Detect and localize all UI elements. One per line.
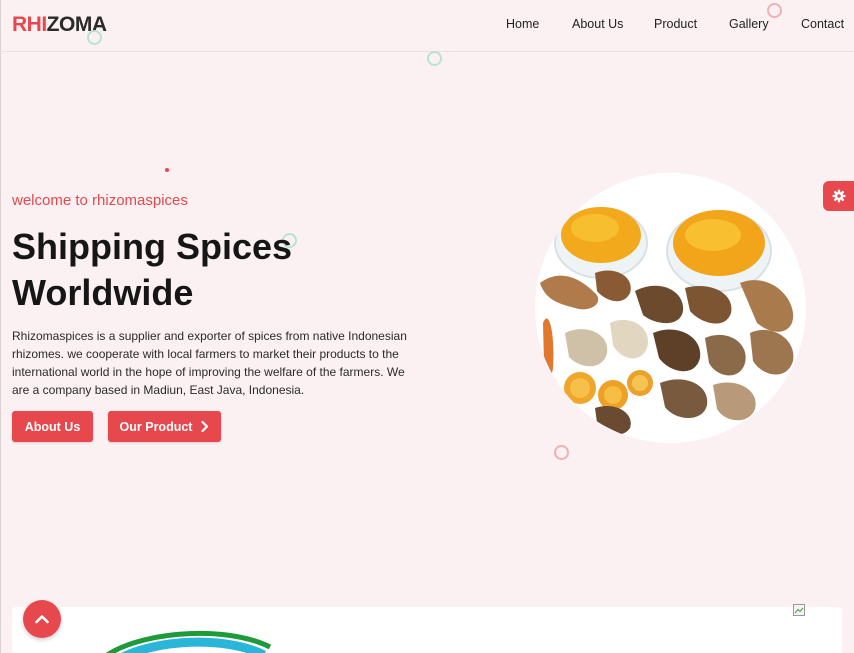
- about-us-button-label: About Us: [24, 419, 81, 434]
- nav-gallery[interactable]: Gallery: [729, 17, 769, 31]
- our-product-button-label: Our Product: [119, 419, 193, 434]
- settings-toggle-button[interactable]: [823, 181, 854, 211]
- broken-image-icon: [793, 604, 805, 616]
- hero-spices-image: [535, 173, 806, 443]
- main-nav: Home About Us Product Gallery Contact: [0, 17, 854, 35]
- nav-product[interactable]: Product: [654, 17, 697, 31]
- hero-title-line1: Shipping Spices: [12, 226, 293, 267]
- nav-contact[interactable]: Contact: [801, 17, 844, 31]
- page-left-border: [0, 0, 1, 653]
- spices-illustration: [540, 207, 794, 435]
- decor-ring-pink: [767, 3, 782, 18]
- next-section-card: [12, 607, 842, 653]
- hero-title: Shipping Spices Worldwide: [12, 224, 392, 316]
- hero-title-line2: Worldwide: [12, 272, 194, 313]
- decor-dot: [165, 168, 169, 172]
- decor-ring-green: [427, 51, 442, 66]
- hero-description: Rhizomaspices is a supplier and exporter…: [12, 329, 407, 397]
- chevron-right-icon: [201, 421, 209, 432]
- scroll-to-top-button[interactable]: [23, 600, 61, 638]
- our-product-button[interactable]: Our Product: [108, 411, 221, 442]
- gear-icon: [832, 189, 845, 203]
- about-us-button[interactable]: About Us: [12, 411, 93, 442]
- site-header: RHIZOMA Home About Us Product Gallery Co…: [0, 0, 854, 52]
- nav-home[interactable]: Home: [506, 17, 539, 31]
- product-image-partial: [105, 630, 272, 653]
- chevron-up-icon: [35, 615, 49, 624]
- nav-about-us[interactable]: About Us: [572, 17, 623, 31]
- hero-welcome-text: welcome to rhizomaspices: [12, 192, 188, 209]
- decor-ring-green: [87, 30, 102, 45]
- decor-ring-pink: [554, 445, 569, 460]
